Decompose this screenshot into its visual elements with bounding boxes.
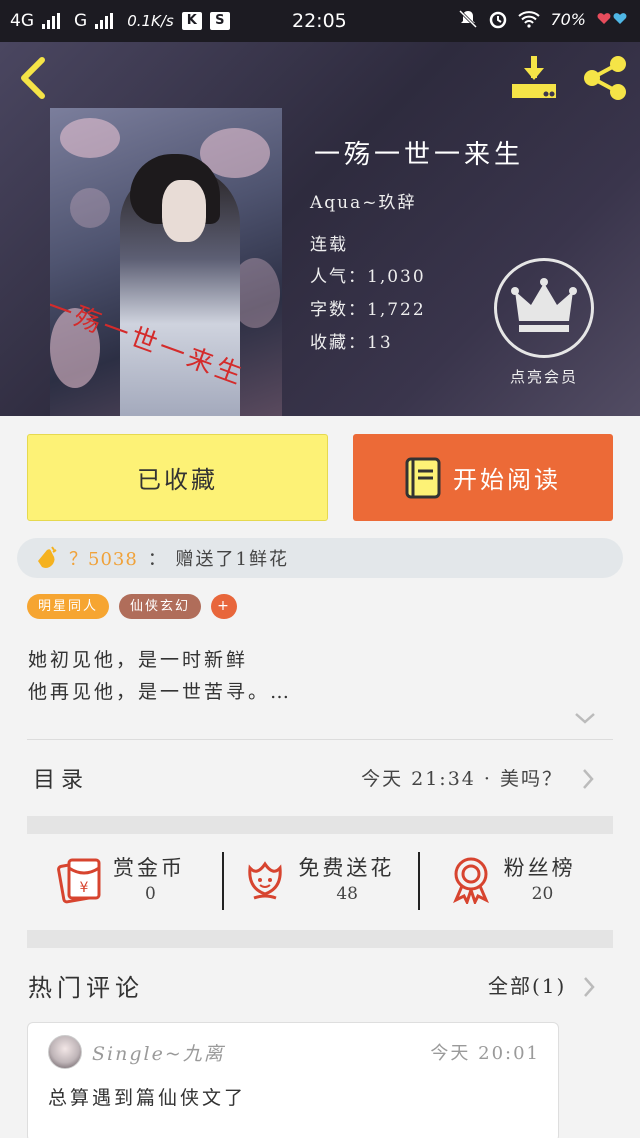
- stat-fans-label: 粉丝榜: [503, 856, 576, 880]
- collected-button[interactable]: 已收藏: [27, 434, 328, 521]
- book-title: 一殇一世一来生: [314, 140, 525, 170]
- all-comments-label: 全部(1): [488, 974, 567, 998]
- comment-time: 今天 20:01: [430, 1043, 540, 1064]
- battery-icon: [597, 13, 627, 24]
- back-arrow-icon[interactable]: [14, 56, 54, 100]
- chevron-right-icon-2[interactable]: [582, 976, 596, 998]
- book-status: 连载: [310, 235, 348, 255]
- add-tag-button[interactable]: +: [211, 594, 238, 619]
- gift-user: ？5038: [69, 549, 138, 570]
- crown-icon: [511, 278, 577, 332]
- stat-flowers-label: 免费送花: [298, 856, 395, 880]
- ribbon-badge-icon: [452, 857, 489, 904]
- tag-xianxia-fantasy[interactable]: 仙侠玄幻: [119, 594, 202, 619]
- comment-card[interactable]: Single~九离 今天 20:01 总算遇到篇仙侠文了: [27, 1022, 559, 1138]
- hot-comments-title: 热门评论: [28, 974, 144, 1002]
- flower-icon: [248, 861, 283, 900]
- catalog-row[interactable]: 目录 今天 21:34 · 美吗？: [27, 740, 613, 816]
- network-label-4g: 4G: [10, 11, 34, 31]
- book-favorites: 收藏：13: [310, 333, 393, 353]
- book-cover[interactable]: 一殇一世一来生: [50, 108, 282, 416]
- clap-icon: [38, 546, 57, 568]
- section-separator: [27, 816, 613, 834]
- gift-text: ： 赠送了1鲜花: [147, 549, 289, 570]
- download-icon[interactable]: [508, 54, 560, 102]
- comment-text: 总算遇到篇仙侠文了: [48, 1087, 247, 1109]
- battery-level: 70%: [550, 9, 586, 29]
- latest-chapter: 今天 21:34 · 美吗？: [361, 768, 563, 790]
- wifi-icon: [518, 11, 541, 28]
- status-bar: 4G G 0.1K/s K S 22:05 70%: [0, 0, 640, 42]
- clock: 22:05: [292, 10, 347, 32]
- vip-label[interactable]: 点亮会员: [498, 366, 590, 387]
- book-author[interactable]: Aqua~玖辞: [310, 188, 417, 213]
- book-icon: [405, 457, 441, 498]
- share-icon[interactable]: [580, 54, 630, 102]
- chevron-right-icon: [583, 769, 594, 789]
- synopsis: 她初见他，是一时新鲜 他再见他，是一世苦寻。…: [28, 644, 608, 708]
- stat-flowers-value: 48: [336, 884, 358, 904]
- all-comments-link[interactable]: 全部(1): [488, 970, 566, 999]
- collected-label: 已收藏: [137, 466, 218, 494]
- book-word-count: 字数：1,722: [310, 300, 426, 320]
- network-label-g: G: [74, 11, 88, 31]
- mute-bell-icon: [459, 9, 478, 29]
- svg-text:¥: ¥: [80, 880, 89, 896]
- start-reading-label: 开始阅读: [453, 466, 561, 494]
- stat-reward-coins[interactable]: ¥ 赏金币 0: [27, 834, 222, 928]
- app-badge-s: S: [209, 12, 230, 30]
- stat-fans-value: 20: [531, 884, 554, 904]
- stat-free-flowers[interactable]: 免费送花 48: [222, 834, 417, 928]
- network-speed: 0.1K/s: [127, 12, 174, 30]
- stats-row: ¥ 赏金币 0 免费送花 48 粉丝榜 20: [27, 834, 613, 928]
- tag-idol-fanfic[interactable]: 明星同人: [27, 594, 110, 619]
- book-header: 一殇一世一来生 一殇一世一来生 Aqua~玖辞 连载 人气：1,030 字数：1…: [0, 42, 640, 416]
- expand-chevron-icon[interactable]: [574, 710, 596, 726]
- start-reading-button[interactable]: 开始阅读: [353, 434, 613, 521]
- comment-username[interactable]: Single~九离: [92, 1039, 225, 1066]
- red-envelope-icon: ¥: [57, 858, 101, 904]
- signal-icon-2: [95, 13, 114, 29]
- stat-fan-ranking[interactable]: 粉丝榜 20: [417, 834, 613, 928]
- app-badge-k: K: [181, 12, 202, 30]
- flower-gift-ticker[interactable]: ？5038 ： 赠送了1鲜花: [17, 538, 623, 578]
- signal-icon: [42, 13, 60, 29]
- stat-reward-value: 0: [145, 884, 156, 904]
- vip-crown-button[interactable]: [494, 258, 594, 358]
- synopsis-line-1: 她初见他，是一时新鲜: [28, 649, 249, 671]
- synopsis-line-2: 他再见他，是一世苦寻。…: [28, 681, 293, 703]
- stat-reward-label: 赏金币: [113, 856, 185, 880]
- tag-list: 明星同人 仙侠玄幻 +: [27, 594, 238, 619]
- book-popularity: 人气：1,030: [310, 267, 426, 287]
- alarm-icon: [490, 11, 507, 29]
- section-separator-2: [27, 930, 613, 948]
- catalog-label: 目录: [33, 768, 90, 793]
- avatar[interactable]: [48, 1035, 82, 1069]
